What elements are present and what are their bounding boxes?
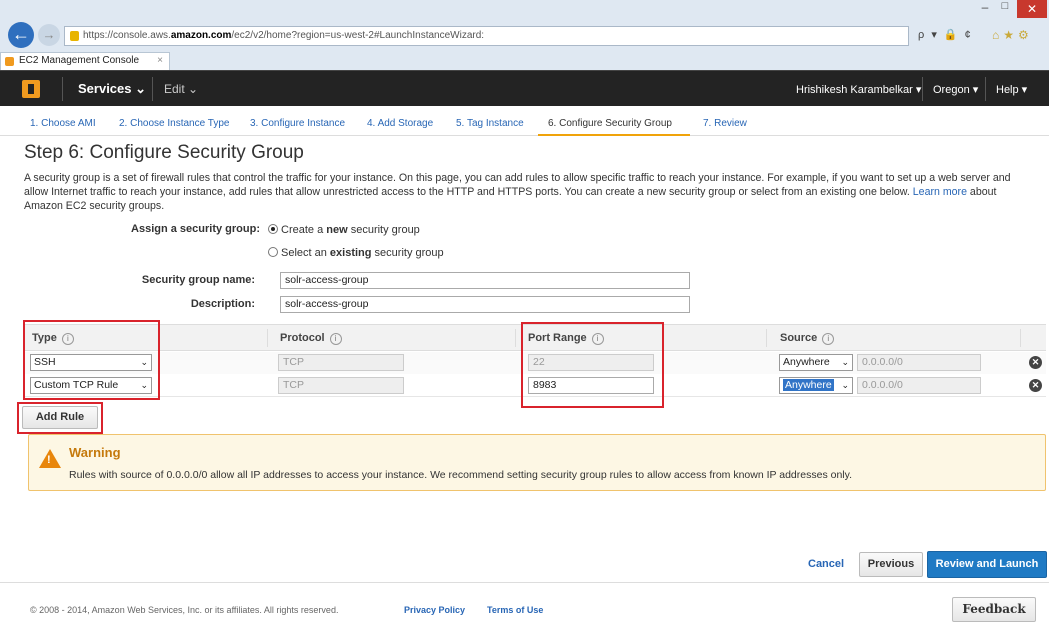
step-review[interactable]: 7. Review xyxy=(703,118,747,129)
browser-chrome: – □ ✕ ← → https://console.aws.amazon.com… xyxy=(0,0,1049,70)
step-choose-instance-type[interactable]: 2. Choose Instance Type xyxy=(119,118,229,129)
radio-unselected-icon[interactable] xyxy=(268,247,278,257)
review-and-launch-button[interactable]: Review and Launch xyxy=(927,551,1047,578)
cidr-field[interactable]: 0.0.0.0/0 xyxy=(857,354,981,371)
warning-text: Rules with source of 0.0.0.0/0 allow all… xyxy=(69,469,853,481)
step-choose-ami[interactable]: 1. Choose AMI xyxy=(30,118,96,129)
learn-more-link[interactable]: Learn more xyxy=(913,186,967,198)
copyright-text: © 2008 - 2014, Amazon Web Services, Inc.… xyxy=(30,605,339,615)
privacy-policy-link[interactable]: Privacy Policy xyxy=(404,605,465,615)
step-configure-instance[interactable]: 3. Configure Instance xyxy=(250,118,345,129)
help-menu[interactable]: Help ▾ xyxy=(996,83,1027,96)
cidr-field[interactable]: 0.0.0.0/0 xyxy=(857,377,981,394)
terms-of-use-link[interactable]: Terms of Use xyxy=(487,605,543,615)
remove-rule-icon[interactable]: ✕ xyxy=(1029,356,1042,369)
aws-favicon-icon xyxy=(5,57,14,66)
back-arrow-icon[interactable]: ← xyxy=(8,22,34,48)
services-menu[interactable]: Services ⌄ xyxy=(78,81,146,97)
step-configure-security-group[interactable]: 6. Configure Security Group xyxy=(548,118,672,129)
radio-text: security group xyxy=(371,247,444,259)
radio-text: Create a xyxy=(281,224,327,236)
user-menu[interactable]: Hrishikesh Karambelkar ▾ xyxy=(796,83,921,96)
chevron-down-icon: ⌄ xyxy=(841,380,849,390)
divider xyxy=(515,329,516,347)
description-label: Description: xyxy=(190,298,255,310)
step-add-storage[interactable]: 4. Add Storage xyxy=(367,118,433,129)
radio-text: security group xyxy=(347,224,420,236)
radio-selected-icon[interactable] xyxy=(268,224,278,234)
address-row: ← → https://console.aws.amazon.com/ec2/v… xyxy=(0,20,1049,52)
previous-button[interactable]: Previous xyxy=(859,552,923,577)
step-tag-instance[interactable]: 5. Tag Instance xyxy=(456,118,524,129)
warning-icon: ! xyxy=(39,449,61,468)
warning-title: Warning xyxy=(69,445,121,460)
warning-box: ! Warning Rules with source of 0.0.0.0/0… xyxy=(28,434,1046,491)
chevron-down-icon: ⌄ xyxy=(841,357,849,367)
add-rule-button[interactable]: Add Rule xyxy=(22,406,98,429)
maximize-icon[interactable]: □ xyxy=(997,0,1013,16)
radio-text: Select an xyxy=(281,247,330,259)
url-domain: amazon.com xyxy=(170,30,232,41)
feedback-button[interactable]: Feedback xyxy=(952,597,1036,622)
protocol-field: TCP xyxy=(278,377,404,394)
divider xyxy=(152,77,153,101)
info-icon[interactable]: i xyxy=(822,333,835,345)
url-path: /ec2/v2/home?region=us-west-2#LaunchInst… xyxy=(231,30,485,41)
tab-ec2-console[interactable]: EC2 Management Console × xyxy=(0,52,170,70)
info-icon[interactable]: i xyxy=(329,333,342,345)
footer: © 2008 - 2014, Amazon Web Services, Inc.… xyxy=(0,582,1049,625)
tab-row: EC2 Management Console × xyxy=(0,52,1049,70)
minimize-icon[interactable]: – xyxy=(977,0,993,16)
description-text: A security group is a set of firewall ru… xyxy=(24,172,1011,198)
active-step-underline xyxy=(538,134,690,136)
wizard-steps: 1. Choose AMI 2. Choose Instance Type 3.… xyxy=(0,106,1049,136)
region-menu[interactable]: Oregon ▾ xyxy=(933,83,978,96)
lock-icon xyxy=(70,31,79,41)
port-range-highlight xyxy=(521,322,664,408)
remove-rule-icon[interactable]: ✕ xyxy=(1029,379,1042,392)
assign-group-label: Assign a security group: xyxy=(131,223,260,235)
type-column-highlight xyxy=(23,320,160,400)
search-icon[interactable]: ρ ▾ 🔒 ¢ xyxy=(918,28,973,41)
source-select[interactable]: Anywhere ⌄ xyxy=(779,377,853,394)
aws-navbar: Services ⌄ Edit ⌄ Hrishikesh Karambelkar… xyxy=(0,70,1049,106)
source-value: Anywhere xyxy=(783,379,834,391)
radio-text-bold: new xyxy=(326,224,348,236)
radio-select-existing[interactable]: Select an existing security group xyxy=(268,247,444,259)
divider xyxy=(267,329,268,347)
tab-close-icon[interactable]: × xyxy=(157,53,163,69)
cancel-link[interactable]: Cancel xyxy=(808,558,844,570)
group-name-input[interactable]: solr-access-group xyxy=(280,272,690,289)
col-source-label: Source xyxy=(780,332,818,344)
divider xyxy=(922,77,923,101)
radio-text-bold: existing xyxy=(329,247,372,259)
divider xyxy=(1020,329,1021,347)
description-input[interactable]: solr-access-group xyxy=(280,296,690,313)
col-protocol: Protocol i xyxy=(280,332,342,345)
url-prefix: https://console.aws. xyxy=(83,30,171,41)
page-description: A security group is a set of firewall ru… xyxy=(24,171,1034,213)
forward-arrow-icon[interactable]: → xyxy=(38,24,60,46)
col-source: Source i xyxy=(780,332,835,345)
page-title: Step 6: Configure Security Group xyxy=(24,142,304,163)
home-star-gear-icon[interactable]: ⌂★⚙ xyxy=(992,28,1033,42)
close-window-icon[interactable]: ✕ xyxy=(1017,0,1047,18)
radio-create-new[interactable]: Create a new security group xyxy=(268,224,420,236)
divider xyxy=(766,329,767,347)
divider xyxy=(62,77,63,101)
divider xyxy=(985,77,986,101)
aws-logo-icon[interactable] xyxy=(22,80,40,98)
tab-title: EC2 Management Console xyxy=(19,55,140,66)
source-value: Anywhere xyxy=(783,356,830,368)
protocol-field: TCP xyxy=(278,354,404,371)
col-protocol-label: Protocol xyxy=(280,332,325,344)
edit-menu[interactable]: Edit ⌄ xyxy=(164,82,198,96)
source-select[interactable]: Anywhere ⌄ xyxy=(779,354,853,371)
address-bar[interactable]: https://console.aws.amazon.com/ec2/v2/ho… xyxy=(64,26,909,46)
group-name-label: Security group name: xyxy=(141,274,255,286)
